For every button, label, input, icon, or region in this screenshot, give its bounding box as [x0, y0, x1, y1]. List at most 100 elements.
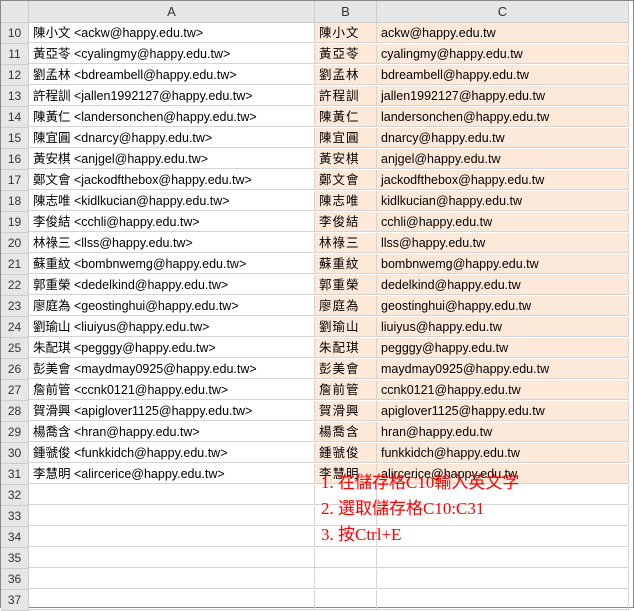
cell-B[interactable]: 彭美會	[315, 359, 377, 379]
cell-B[interactable]: 鄭文會	[315, 170, 377, 190]
cell-C[interactable]	[377, 569, 629, 589]
row-header[interactable]: 27	[1, 380, 29, 401]
cell-A[interactable]: 陳宜圓 <dnarcy@happy.edu.tw>	[29, 128, 315, 148]
cell-A[interactable]	[29, 569, 315, 589]
row-header[interactable]: 25	[1, 338, 29, 359]
cell-B[interactable]: 楊喬含	[315, 422, 377, 442]
cell-B[interactable]: 劉孟林	[315, 65, 377, 85]
cell-B[interactable]: 鍾虢俊	[315, 443, 377, 463]
cell-A[interactable]: 黃亞苓 <cyalingmy@happy.edu.tw>	[29, 44, 315, 64]
cell-B[interactable]	[315, 527, 377, 547]
cell-B[interactable]: 賀滑興	[315, 401, 377, 421]
cell-A[interactable]	[29, 590, 315, 610]
cell-B[interactable]: 黃安棋	[315, 149, 377, 169]
cell-B[interactable]: 陳志唯	[315, 191, 377, 211]
cell-A[interactable]: 朱配琪 <pegggy@happy.edu.tw>	[29, 338, 315, 358]
corner-select-all[interactable]	[1, 1, 29, 23]
cell-A[interactable]: 黃安棋 <anjgel@happy.edu.tw>	[29, 149, 315, 169]
cell-C[interactable]: liuiyus@happy.edu.tw	[377, 317, 629, 337]
cell-C[interactable]: cyalingmy@happy.edu.tw	[377, 44, 629, 64]
cell-A[interactable]: 賀滑興 <apiglover1125@happy.edu.tw>	[29, 401, 315, 421]
cell-A[interactable]: 李慧明 <alircerice@happy.edu.tw>	[29, 464, 315, 484]
cell-B[interactable]	[315, 590, 377, 610]
cell-A[interactable]: 蘇重紋 <bombnwemg@happy.edu.tw>	[29, 254, 315, 274]
cell-C[interactable]: hran@happy.edu.tw	[377, 422, 629, 442]
cell-A[interactable]: 鍾虢俊 <funkkidch@happy.edu.tw>	[29, 443, 315, 463]
cell-C[interactable]: ccnk0121@happy.edu.tw	[377, 380, 629, 400]
cell-C[interactable]	[377, 548, 629, 568]
cell-C[interactable]: jackodfthebox@happy.edu.tw	[377, 170, 629, 190]
cell-C[interactable]: maydmay0925@happy.edu.tw	[377, 359, 629, 379]
cell-C[interactable]: jallen1992127@happy.edu.tw	[377, 86, 629, 106]
row-header[interactable]: 17	[1, 170, 29, 191]
cell-B[interactable]: 林祿三	[315, 233, 377, 253]
cell-A[interactable]	[29, 527, 315, 547]
cell-C[interactable]: cchli@happy.edu.tw	[377, 212, 629, 232]
row-header[interactable]: 19	[1, 212, 29, 233]
cell-B[interactable]: 陳小文	[315, 23, 377, 43]
cell-B[interactable]: 廖庭為	[315, 296, 377, 316]
cell-A[interactable]: 林祿三 <llss@happy.edu.tw>	[29, 233, 315, 253]
cell-B[interactable]: 黃亞苓	[315, 44, 377, 64]
row-header[interactable]: 32	[1, 485, 29, 506]
cell-C[interactable]: apiglover1125@happy.edu.tw	[377, 401, 629, 421]
cell-C[interactable]	[377, 506, 629, 526]
row-header[interactable]: 10	[1, 23, 29, 44]
row-header[interactable]: 14	[1, 107, 29, 128]
cell-A[interactable]: 楊喬含 <hran@happy.edu.tw>	[29, 422, 315, 442]
cell-A[interactable]: 劉瑜山 <liuiyus@happy.edu.tw>	[29, 317, 315, 337]
cell-B[interactable]: 詹前管	[315, 380, 377, 400]
row-header[interactable]: 23	[1, 296, 29, 317]
cell-C[interactable]: kidlkucian@happy.edu.tw	[377, 191, 629, 211]
cell-C[interactable]: landersonchen@happy.edu.tw	[377, 107, 629, 127]
cell-A[interactable]: 陳志唯 <kidlkucian@happy.edu.tw>	[29, 191, 315, 211]
cell-B[interactable]: 郭重榮	[315, 275, 377, 295]
cell-C[interactable]: bombnwemg@happy.edu.tw	[377, 254, 629, 274]
col-header-A[interactable]: A	[29, 1, 315, 23]
row-header[interactable]: 15	[1, 128, 29, 149]
cell-B[interactable]: 許程訓	[315, 86, 377, 106]
row-header[interactable]: 34	[1, 527, 29, 548]
cell-A[interactable]: 劉孟林 <bdreambell@happy.edu.tw>	[29, 65, 315, 85]
col-header-C[interactable]: C	[377, 1, 629, 23]
row-header[interactable]: 13	[1, 86, 29, 107]
cell-A[interactable]	[29, 485, 315, 505]
cell-B[interactable]: 朱配琪	[315, 338, 377, 358]
row-header[interactable]: 36	[1, 569, 29, 590]
col-header-B[interactable]: B	[315, 1, 377, 23]
row-header[interactable]: 21	[1, 254, 29, 275]
cell-C[interactable]: dnarcy@happy.edu.tw	[377, 128, 629, 148]
row-header[interactable]: 35	[1, 548, 29, 569]
cell-C[interactable]: alircerice@happy.edu.tw	[377, 464, 629, 484]
cell-C[interactable]: llss@happy.edu.tw	[377, 233, 629, 253]
cell-A[interactable]: 陳黃仁 <landersonchen@happy.edu.tw>	[29, 107, 315, 127]
cell-B[interactable]	[315, 485, 377, 505]
cell-A[interactable]: 郭重榮 <dedelkind@happy.edu.tw>	[29, 275, 315, 295]
cell-A[interactable]: 陳小文 <ackw@happy.edu.tw>	[29, 23, 315, 43]
cell-C[interactable]: geostinghui@happy.edu.tw	[377, 296, 629, 316]
row-header[interactable]: 33	[1, 506, 29, 527]
row-header[interactable]: 28	[1, 401, 29, 422]
cell-C[interactable]: pegggy@happy.edu.tw	[377, 338, 629, 358]
cell-C[interactable]: bdreambell@happy.edu.tw	[377, 65, 629, 85]
cell-C[interactable]: ackw@happy.edu.tw	[377, 23, 629, 43]
cell-B[interactable]: 李俊結	[315, 212, 377, 232]
row-header[interactable]: 18	[1, 191, 29, 212]
cell-A[interactable]: 詹前管 <ccnk0121@happy.edu.tw>	[29, 380, 315, 400]
cell-A[interactable]	[29, 506, 315, 526]
cell-B[interactable]	[315, 548, 377, 568]
cell-A[interactable]	[29, 548, 315, 568]
cell-C[interactable]: anjgel@happy.edu.tw	[377, 149, 629, 169]
cell-A[interactable]: 李俊結 <cchli@happy.edu.tw>	[29, 212, 315, 232]
row-header[interactable]: 16	[1, 149, 29, 170]
row-header[interactable]: 12	[1, 65, 29, 86]
cell-B[interactable]: 陳黃仁	[315, 107, 377, 127]
cell-B[interactable]	[315, 506, 377, 526]
spreadsheet-grid[interactable]: A B C	[1, 1, 633, 23]
row-header[interactable]: 24	[1, 317, 29, 338]
cell-A[interactable]: 許程訓 <jallen1992127@happy.edu.tw>	[29, 86, 315, 106]
row-header[interactable]: 20	[1, 233, 29, 254]
cell-C[interactable]	[377, 527, 629, 547]
cell-B[interactable]: 蘇重紋	[315, 254, 377, 274]
cell-B[interactable]: 陳宜圓	[315, 128, 377, 148]
